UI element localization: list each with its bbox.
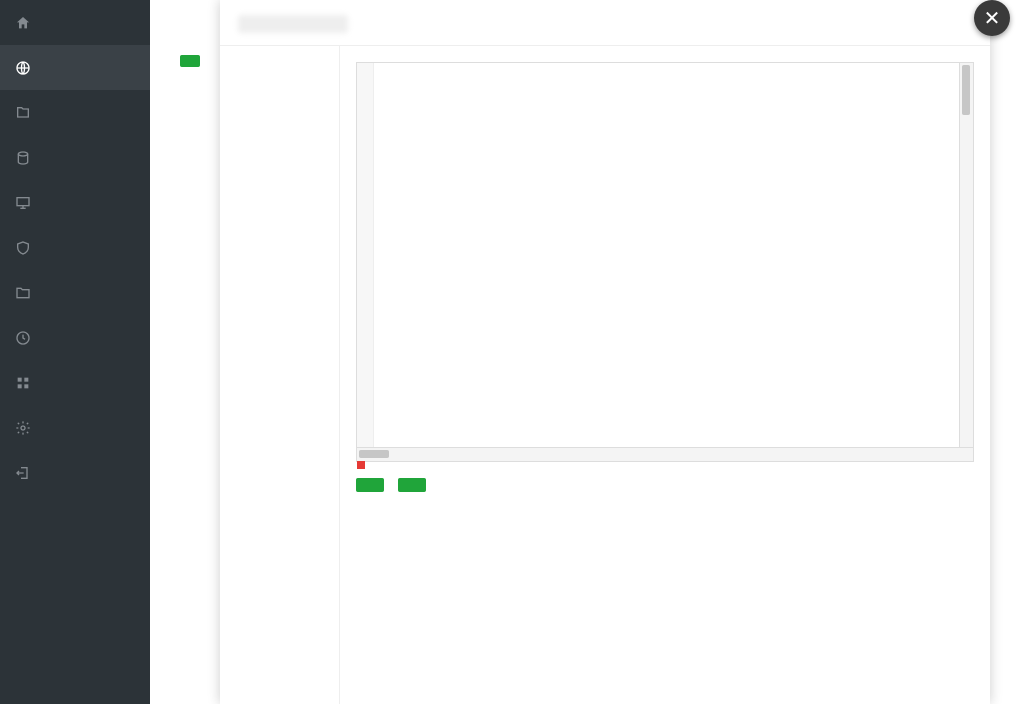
config-editor[interactable]	[356, 62, 974, 462]
code-area[interactable]	[374, 63, 973, 461]
line-gutter	[357, 63, 374, 461]
modal-tabs	[220, 46, 340, 704]
save-button[interactable]	[356, 478, 384, 492]
scrollbar-thumb[interactable]	[962, 65, 970, 115]
close-icon[interactable]: ✕	[974, 0, 1010, 36]
config-pane	[340, 46, 990, 704]
horizontal-scrollbar[interactable]	[357, 447, 973, 461]
button-row	[356, 478, 974, 497]
site-edit-modal: ✕	[220, 0, 990, 704]
restore-default-button[interactable]	[398, 478, 426, 492]
vertical-scrollbar[interactable]	[959, 63, 973, 447]
highlight-box	[357, 461, 365, 469]
modal-title	[220, 0, 990, 46]
masked-domain	[238, 15, 348, 33]
scrollbar-thumb[interactable]	[359, 450, 389, 458]
